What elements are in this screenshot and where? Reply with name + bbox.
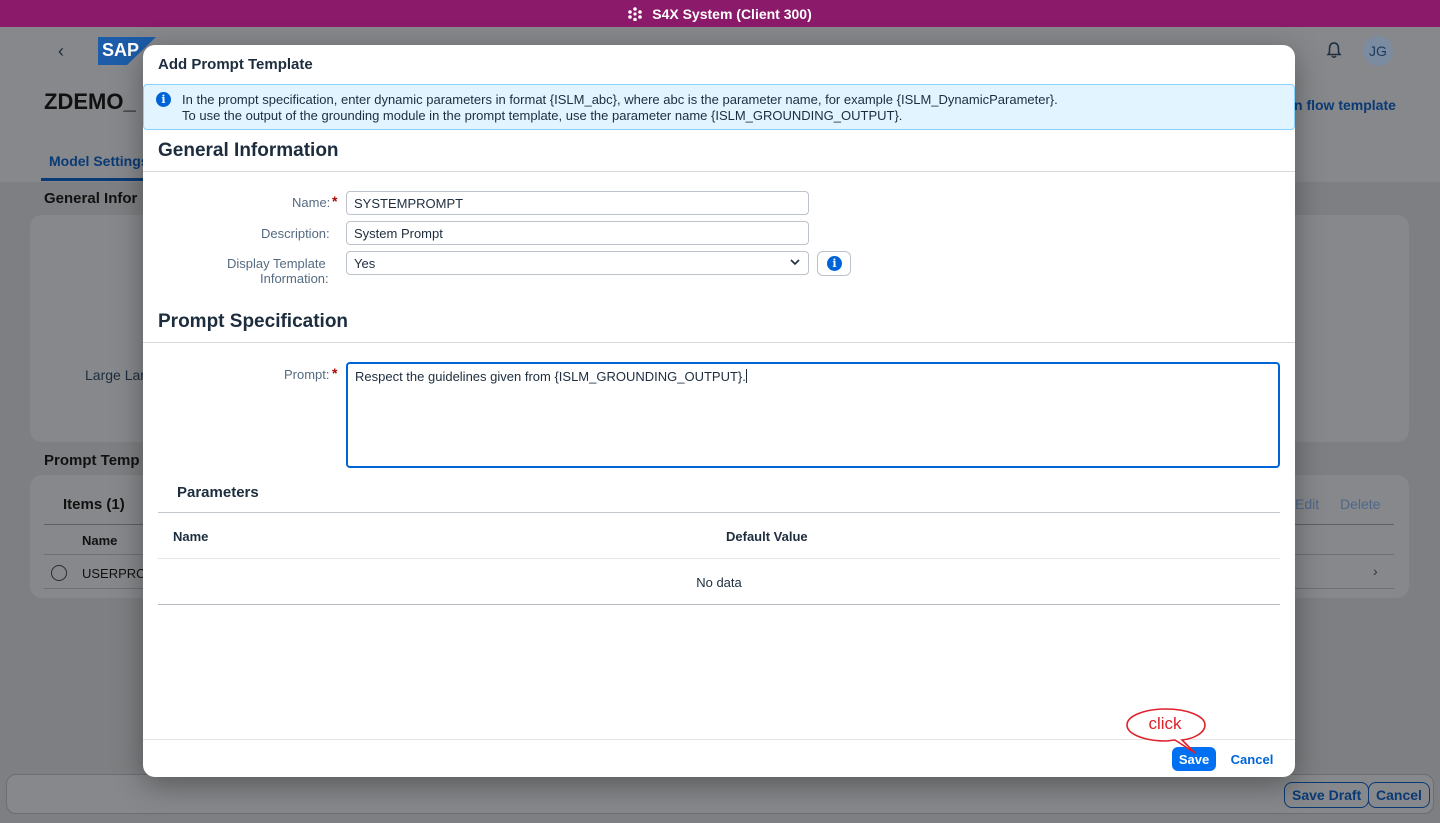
table-row[interactable]: USERPRO [82, 566, 146, 581]
table-divider [158, 558, 1280, 559]
section-title-general: General Infor [44, 190, 138, 207]
footer-bar [6, 774, 1434, 814]
header-link[interactable]: n flow template [1294, 97, 1396, 113]
avatar[interactable]: JG [1363, 36, 1393, 66]
display-template-label-line2: Information: [260, 271, 329, 286]
prompt-label: Prompt: [284, 367, 330, 382]
description-input[interactable]: System Prompt [346, 221, 809, 245]
column-header-name: Name [82, 533, 118, 548]
tab-indicator [41, 178, 143, 181]
edit-button[interactable]: Edit [1295, 496, 1319, 512]
shell-bar: S4X System (Client 300) [0, 0, 1440, 27]
description-label: Description: [261, 226, 330, 241]
column-header-name: Name [173, 529, 209, 544]
prompt-text: Respect the guidelines given from {ISLM_… [355, 369, 746, 384]
chevron-down-icon [789, 256, 801, 268]
required-marker: * [332, 193, 338, 209]
bell-icon[interactable] [1326, 41, 1342, 59]
info-text-line1: In the prompt specification, enter dynam… [182, 92, 1058, 107]
display-info-button[interactable]: i [817, 251, 851, 276]
table-divider [158, 604, 1280, 605]
section-title-prompts: Prompt Temp [44, 452, 140, 469]
text-caret [745, 369, 747, 383]
save-draft-button[interactable]: Save Draft [1284, 782, 1370, 808]
section-prompt-specification: Prompt Specification [158, 311, 349, 332]
system-icon [628, 6, 643, 21]
prompt-textarea[interactable]: Respect the guidelines given from {ISLM_… [346, 362, 1280, 468]
tab-model-settings[interactable]: Model Settings [49, 153, 149, 169]
dialog-title: Add Prompt Template [158, 56, 313, 73]
name-label: Name: [292, 195, 331, 210]
info-icon: i [156, 92, 171, 107]
section-general-information: General Information [158, 140, 339, 161]
delete-button[interactable]: Delete [1340, 496, 1380, 512]
name-input[interactable]: SYSTEMPROMPT [346, 191, 809, 215]
chevron-right-icon[interactable]: › [1373, 563, 1378, 579]
row-radio[interactable] [51, 565, 67, 581]
no-data-text: No data [696, 575, 742, 590]
display-template-label-line1: Display Template [227, 256, 326, 271]
system-title: S4X System (Client 300) [652, 5, 812, 22]
display-template-select[interactable]: Yes [346, 251, 809, 275]
back-icon[interactable]: ‹ [58, 41, 64, 62]
section-divider [143, 171, 1295, 172]
info-text-line2: To use the output of the grounding modul… [182, 108, 903, 123]
page-cancel-button[interactable]: Cancel [1368, 782, 1430, 808]
section-divider [143, 342, 1295, 343]
add-prompt-template-dialog: Add Prompt Template i In the prompt spec… [143, 45, 1295, 777]
display-template-value: Yes [354, 256, 376, 271]
info-icon: i [827, 256, 842, 271]
column-header-default-value: Default Value [726, 529, 808, 544]
cancel-button[interactable]: Cancel [1223, 747, 1281, 771]
items-title: Items (1) [63, 496, 125, 513]
table-divider [158, 512, 1280, 513]
footer-divider [143, 739, 1295, 740]
required-marker: * [332, 365, 338, 381]
info-message-strip: i In the prompt specification, enter dyn… [143, 84, 1295, 130]
page-title: ZDEMO_ [44, 89, 136, 114]
field-label: Large Lan [85, 367, 149, 383]
click-annotation: click [1148, 714, 1182, 733]
parameters-title: Parameters [177, 484, 259, 501]
